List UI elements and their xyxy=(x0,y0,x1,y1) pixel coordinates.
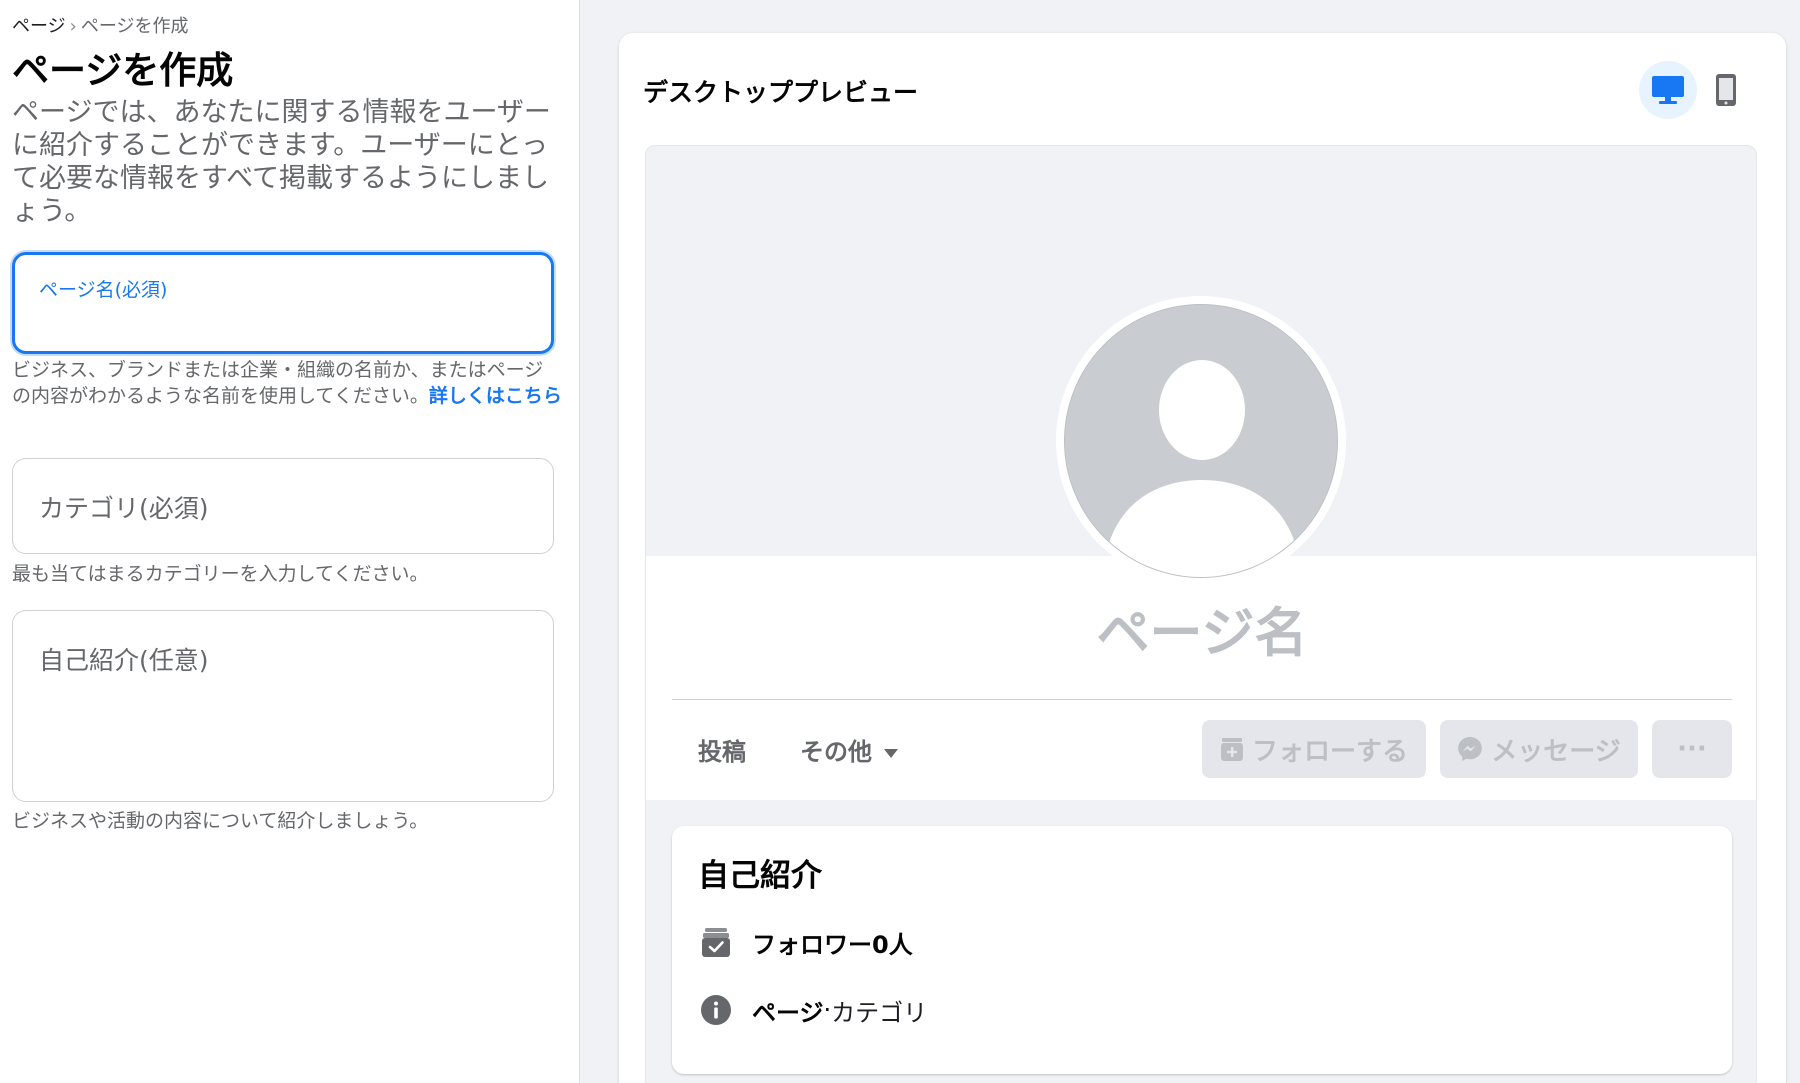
tab-more-label: その他 xyxy=(800,738,872,766)
breadcrumb-pages-link[interactable]: ページ xyxy=(12,16,66,37)
tab-posts[interactable]: 投稿 xyxy=(698,732,746,767)
page-type-label: ページ xyxy=(752,998,824,1027)
page-name-field[interactable]: ページ名(必須) xyxy=(12,252,554,354)
follow-icon xyxy=(1220,738,1243,761)
message-label: メッセージ xyxy=(1491,736,1621,767)
desktop-preview-button[interactable] xyxy=(1639,61,1697,119)
caret-down-icon xyxy=(884,748,898,758)
bio-help: ビジネスや活動の内容について紹介しましょう。 xyxy=(12,810,429,832)
page-title: ページを作成 xyxy=(12,49,234,92)
breadcrumb-separator: › xyxy=(69,16,77,37)
header-divider xyxy=(672,699,1732,700)
page-preview: ページ名 投稿 その他 フォローする メッセージ ··· 自己紹介 フォロワー0… xyxy=(645,145,1757,1083)
intro-card: 自己紹介 フォロワー0人 ページ · カテゴリ xyxy=(672,826,1732,1074)
followers-count: フォロワー0人 xyxy=(752,930,913,959)
desktop-icon xyxy=(1652,76,1684,104)
follow-label: フォローする xyxy=(1251,736,1408,767)
breadcrumb: ページ › ページを作成 xyxy=(12,12,188,38)
default-avatar-icon xyxy=(1065,305,1337,577)
preview-page-name: ページ名 xyxy=(1096,603,1308,664)
profile-picture xyxy=(1056,296,1346,586)
messenger-icon xyxy=(1458,737,1483,761)
learn-more-link[interactable]: 詳しくはこちら xyxy=(429,385,562,407)
category-field[interactable]: カテゴリ(必須) xyxy=(12,458,554,554)
category-label: カテゴリ xyxy=(831,998,928,1027)
mobile-preview-button[interactable] xyxy=(1697,61,1755,119)
info-icon xyxy=(701,995,731,1025)
follow-button[interactable]: フォローする xyxy=(1202,720,1426,778)
page-description: ページでは、あなたに関する情報をユーザーに紹介することができます。ユーザーにとっ… xyxy=(12,97,551,227)
preview-title: デスクトッププレビュー xyxy=(643,78,919,107)
page-name-help: ビジネス、ブランドまたは企業・組織の名前か、またはページの内容がわかるような名前… xyxy=(12,357,562,409)
followers-row: フォロワー0人 xyxy=(698,924,913,960)
bio-field[interactable]: 自己紹介(任意) xyxy=(12,610,554,802)
followers-icon xyxy=(702,928,730,957)
category-help: 最も当てはまるカテゴリーを入力してください。 xyxy=(12,563,429,585)
more-options-button[interactable]: ··· xyxy=(1652,720,1732,778)
category-row: ページ · カテゴリ xyxy=(698,992,927,1028)
category-separator: · xyxy=(823,996,832,1024)
breadcrumb-current: ページを作成 xyxy=(80,16,189,37)
intro-title: 自己紹介 xyxy=(698,858,822,894)
create-page-panel: ページ › ページを作成 ページを作成 ページでは、あなたに関する情報をユーザーに紹… xyxy=(0,0,580,1083)
preview-card: デスクトッププレビュー ページ名 投稿 その他 フォローする メッセージ ···… xyxy=(619,33,1786,1083)
tab-more[interactable]: その他 xyxy=(800,732,898,767)
mobile-icon xyxy=(1716,74,1736,106)
message-button[interactable]: メッセージ xyxy=(1440,720,1638,778)
